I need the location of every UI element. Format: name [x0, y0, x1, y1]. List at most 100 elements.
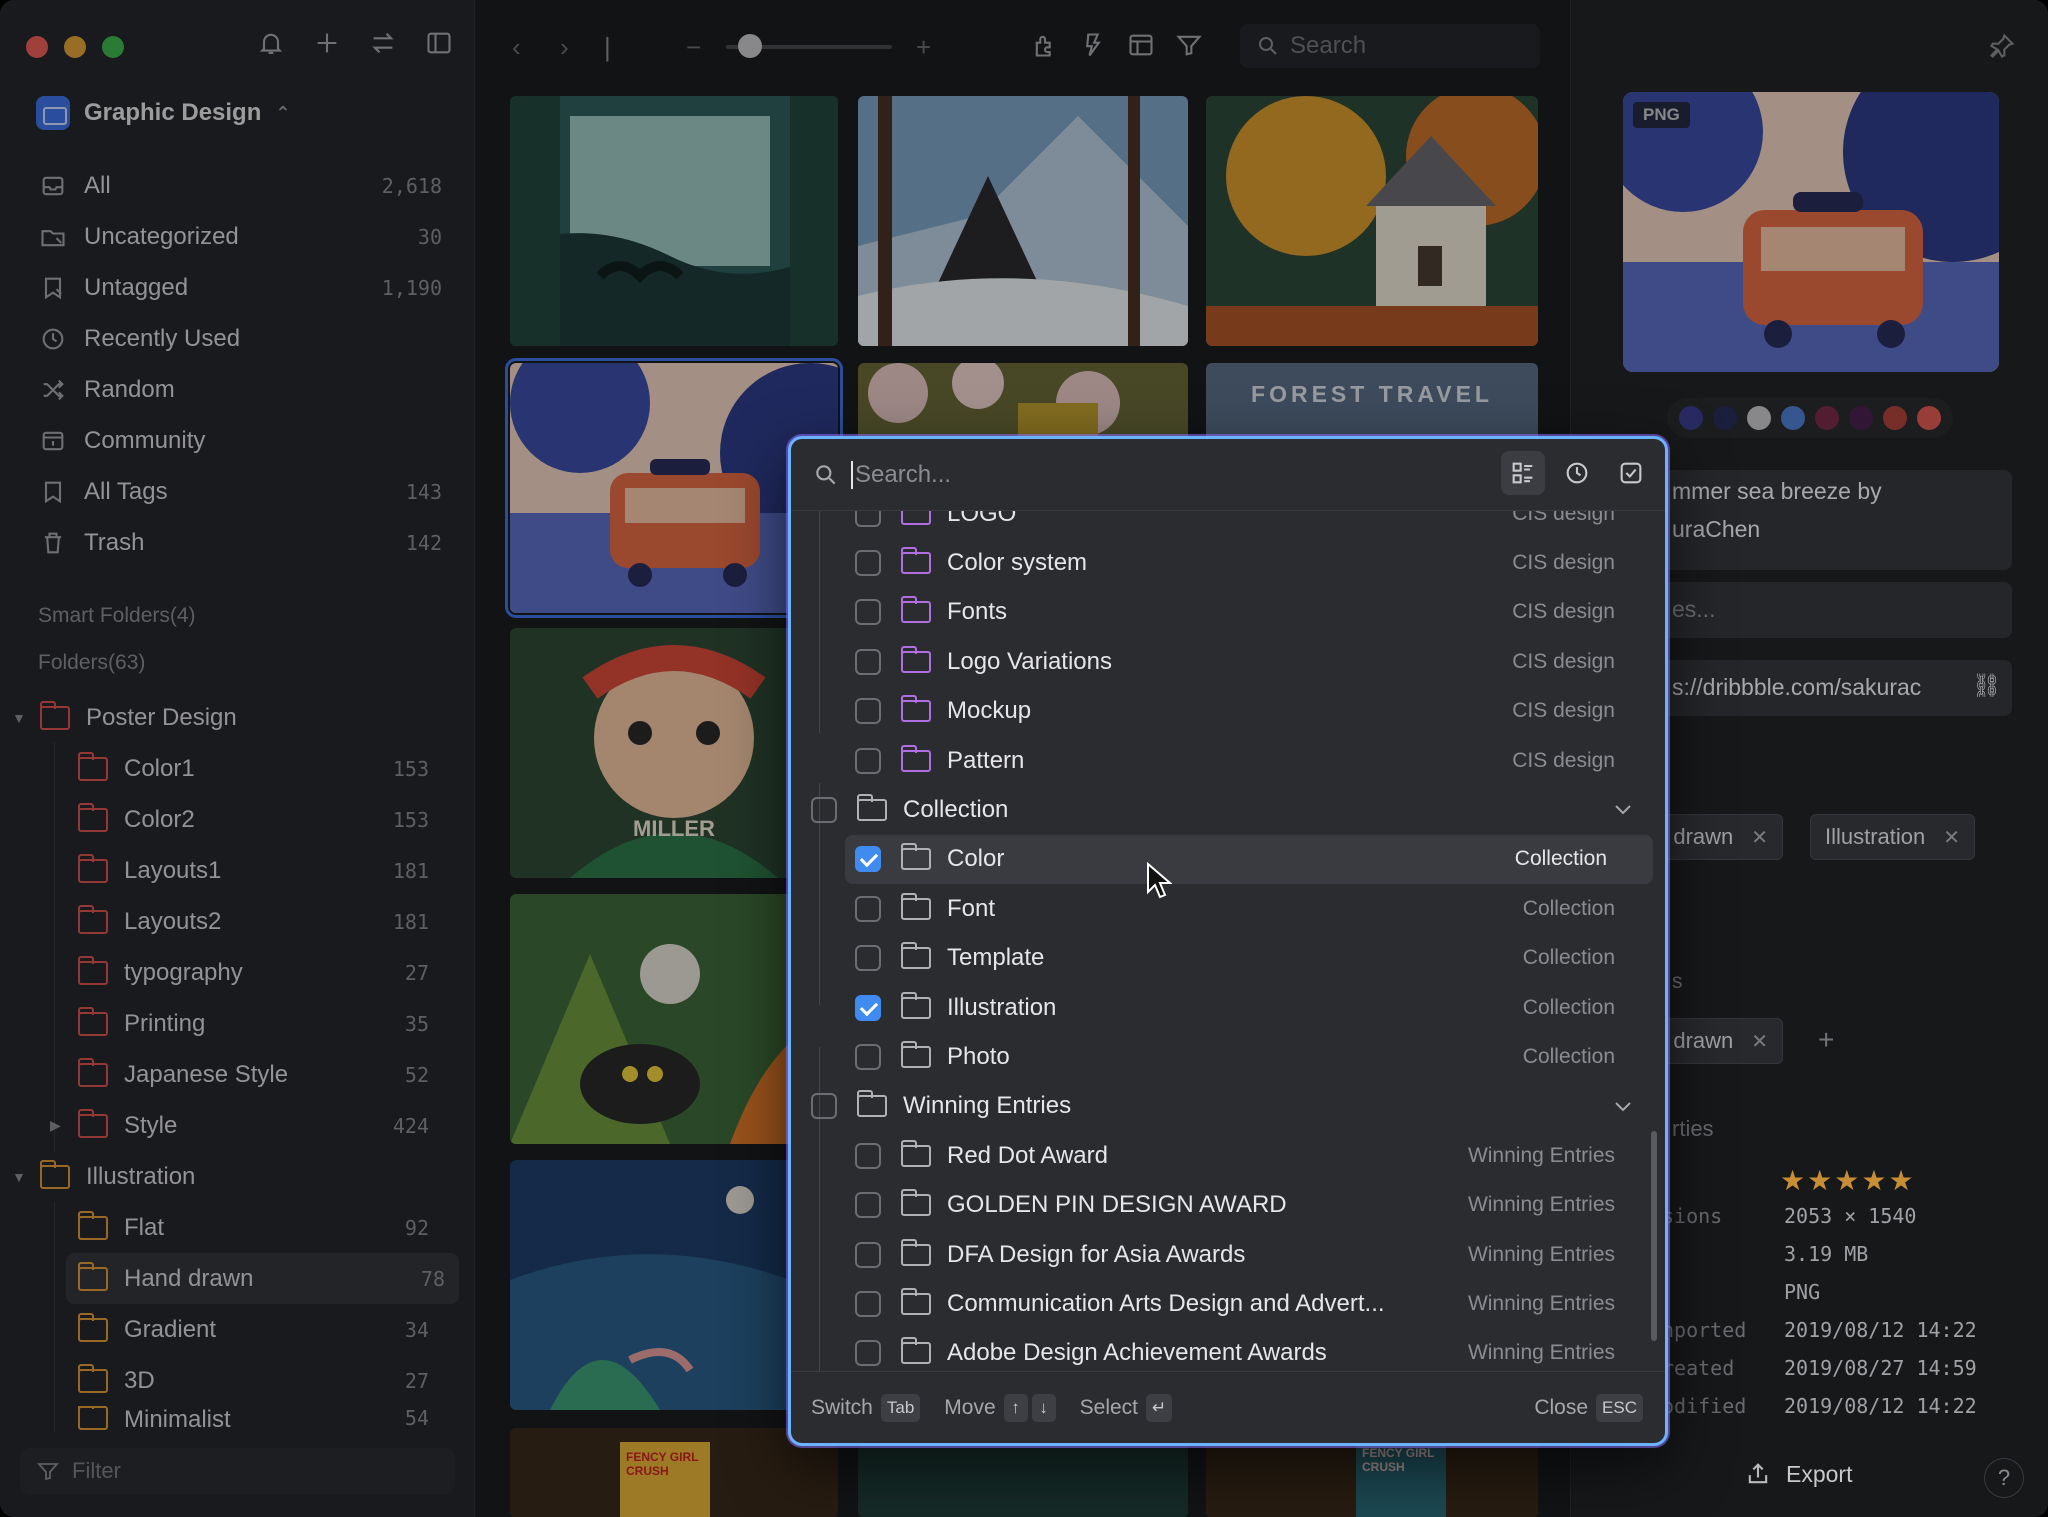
picker-folder-name: Color system — [947, 548, 1088, 576]
remove-tag-icon[interactable]: ✕ — [1751, 825, 1768, 850]
star-icon[interactable]: ★ — [1834, 1165, 1861, 1196]
picker-folder-communication-arts-design-and-advert[interactable]: Communication Arts Design and Advert... W… — [791, 1279, 1665, 1328]
star-icon[interactable]: ★ — [1780, 1165, 1807, 1196]
picker-folder-color[interactable]: Color Collection — [845, 834, 1653, 884]
search-icon — [816, 464, 836, 484]
picker-folder-font[interactable]: Font Collection — [791, 884, 1665, 933]
folder-checkbox[interactable] — [855, 895, 881, 922]
picker-folder-parent: Winning Entries — [1467, 1143, 1615, 1167]
picker-group-winning-entries[interactable]: Winning Entries — [791, 1082, 1665, 1131]
folder-checkbox[interactable] — [855, 1290, 881, 1317]
folder-icon — [901, 942, 931, 970]
properties-header: rties — [1672, 1116, 1714, 1141]
list-view-icon[interactable] — [1501, 451, 1545, 495]
export-icon — [1748, 1463, 1768, 1484]
folder-picker-search-input[interactable] — [851, 460, 1451, 489]
folder-checkbox[interactable] — [855, 511, 881, 527]
folder-checkbox[interactable] — [811, 796, 837, 823]
select-hint-label: Select — [1079, 1395, 1139, 1419]
arrow-up-key: ↑ — [1003, 1393, 1028, 1422]
picker-folder-logo-variations[interactable]: Logo Variations CIS design — [791, 637, 1665, 686]
picker-folder-photo[interactable]: Photo Collection — [791, 1032, 1665, 1081]
link-icon[interactable]: ⛓ — [1972, 672, 2001, 699]
picker-folder-name: LOGO — [947, 511, 1017, 527]
folder-checkbox[interactable] — [855, 599, 881, 626]
picker-folder-name: Logo Variations — [947, 647, 1112, 675]
property-label: odified — [1662, 1394, 1747, 1418]
folder-checkbox[interactable] — [855, 648, 881, 675]
url-value: s://dribbble.com/sakurac — [1672, 674, 1922, 700]
folder-checkbox[interactable] — [855, 1043, 881, 1070]
star-icon[interactable]: ★ — [1807, 1165, 1834, 1196]
folder-checkbox[interactable] — [855, 698, 881, 725]
picker-folder-parent: CIS design — [1512, 550, 1615, 574]
tag-chip[interactable]: Illustration ✕ — [1810, 814, 1976, 860]
folder-checkbox[interactable] — [855, 1142, 881, 1169]
picker-folder-name: Collection — [903, 795, 1009, 823]
checked-filter-icon[interactable] — [1609, 451, 1653, 495]
export-button[interactable]: Export — [1744, 1460, 1852, 1488]
folder-picker-footer: Switch Tab Move ↑ ↓ Select ↵ Close ESC — [791, 1371, 1665, 1443]
star-icon[interactable]: ★ — [1888, 1165, 1915, 1196]
folder-checkbox[interactable] — [855, 549, 881, 576]
picker-group-collection[interactable]: Collection — [791, 785, 1665, 834]
remove-tag-icon[interactable]: ✕ — [1943, 825, 1960, 850]
property-label: sions — [1662, 1204, 1723, 1228]
close-hint[interactable]: Close ESC — [1534, 1393, 1643, 1422]
picker-folder-name: Template — [947, 944, 1045, 972]
add-folder-icon[interactable]: + — [1818, 1024, 1834, 1056]
folder-checkbox[interactable] — [855, 945, 881, 972]
property-label: nported — [1662, 1318, 1747, 1342]
folder-icon — [901, 1238, 931, 1266]
folder-checkbox[interactable] — [811, 1093, 837, 1120]
picker-folder-name: Adobe Design Achievement Awards — [947, 1339, 1327, 1367]
picker-folder-illustration[interactable]: Illustration Collection — [791, 983, 1665, 1032]
picker-folder-golden-pin-design-award[interactable]: GOLDEN PIN DESIGN AWARD Winning Entries — [791, 1181, 1665, 1230]
switch-hint-label: Switch — [811, 1395, 873, 1419]
recent-clock-icon[interactable] — [1555, 451, 1599, 495]
picker-folder-name: GOLDEN PIN DESIGN AWARD — [947, 1191, 1287, 1219]
picker-folder-logo[interactable]: LOGO CIS design — [791, 511, 1665, 538]
folder-icon — [901, 596, 931, 624]
folder-checkbox[interactable] — [855, 747, 881, 774]
remove-folder-icon[interactable]: ✕ — [1751, 1029, 1768, 1054]
folder-checkbox[interactable] — [855, 994, 881, 1021]
folder-icon — [901, 744, 931, 772]
folder-checkbox[interactable] — [855, 1241, 881, 1268]
folder-picker-list: LOGO CIS design Color system CIS design Font… — [791, 511, 1665, 1371]
folder-icon — [901, 1189, 931, 1217]
folder-icon — [901, 546, 931, 574]
picker-folder-template[interactable]: Template Collection — [791, 934, 1665, 983]
esc-key: ESC — [1596, 1393, 1643, 1422]
picker-folder-red-dot-award[interactable]: Red Dot Award Winning Entries — [791, 1131, 1665, 1180]
picker-folder-color-system[interactable]: Color system CIS design — [791, 538, 1665, 587]
rating-stars[interactable]: ★★★★★ — [1780, 1164, 1916, 1197]
picker-folder-name: Red Dot Award — [947, 1141, 1108, 1169]
folder-picker-dialog: LOGOCIS designColor systemCIS designFont… — [788, 436, 1668, 1446]
property-value: 2053 × 1540 — [1784, 1204, 1917, 1228]
folder-icon — [901, 1040, 931, 1068]
folder-checkbox[interactable] — [855, 1340, 881, 1367]
folder-icon — [901, 1139, 931, 1167]
picker-folder-name: DFA Design for Asia Awards — [947, 1240, 1246, 1268]
picker-folder-parent: Collection — [1522, 995, 1615, 1019]
picker-folder-fonts[interactable]: Fonts CIS design — [791, 588, 1665, 637]
app-window: Graphic Design ⌃ All 2,618 Uncategorized 30… — [0, 0, 2048, 1517]
star-icon[interactable]: ★ — [1861, 1165, 1888, 1196]
picker-folder-parent: Winning Entries — [1467, 1291, 1615, 1315]
picker-folder-mockup[interactable]: Mockup CIS design — [791, 687, 1665, 736]
picker-folder-parent: CIS design — [1512, 600, 1615, 624]
help-button[interactable]: ? — [1984, 1458, 2024, 1498]
chevron-down-icon[interactable] — [1611, 1094, 1635, 1118]
title-line-1: mmer sea breeze by — [1672, 478, 1882, 504]
picker-folder-adobe-design-achievement-awards[interactable]: Adobe Design Achievement Awards Winning E… — [791, 1329, 1665, 1371]
enter-key: ↵ — [1146, 1393, 1173, 1422]
chevron-down-icon[interactable] — [1611, 797, 1635, 821]
property-value: 2019/08/27 14:59 — [1784, 1356, 1977, 1380]
picker-folder-parent: Collection — [1514, 847, 1607, 871]
picker-folder-dfa-design-for-asia-awards[interactable]: DFA Design for Asia Awards Winning Entrie… — [791, 1230, 1665, 1279]
folder-checkbox[interactable] — [855, 846, 881, 873]
notes-placeholder: es... — [1672, 596, 1716, 622]
picker-folder-pattern[interactable]: Pattern CIS design — [791, 736, 1665, 785]
folder-checkbox[interactable] — [855, 1192, 881, 1219]
